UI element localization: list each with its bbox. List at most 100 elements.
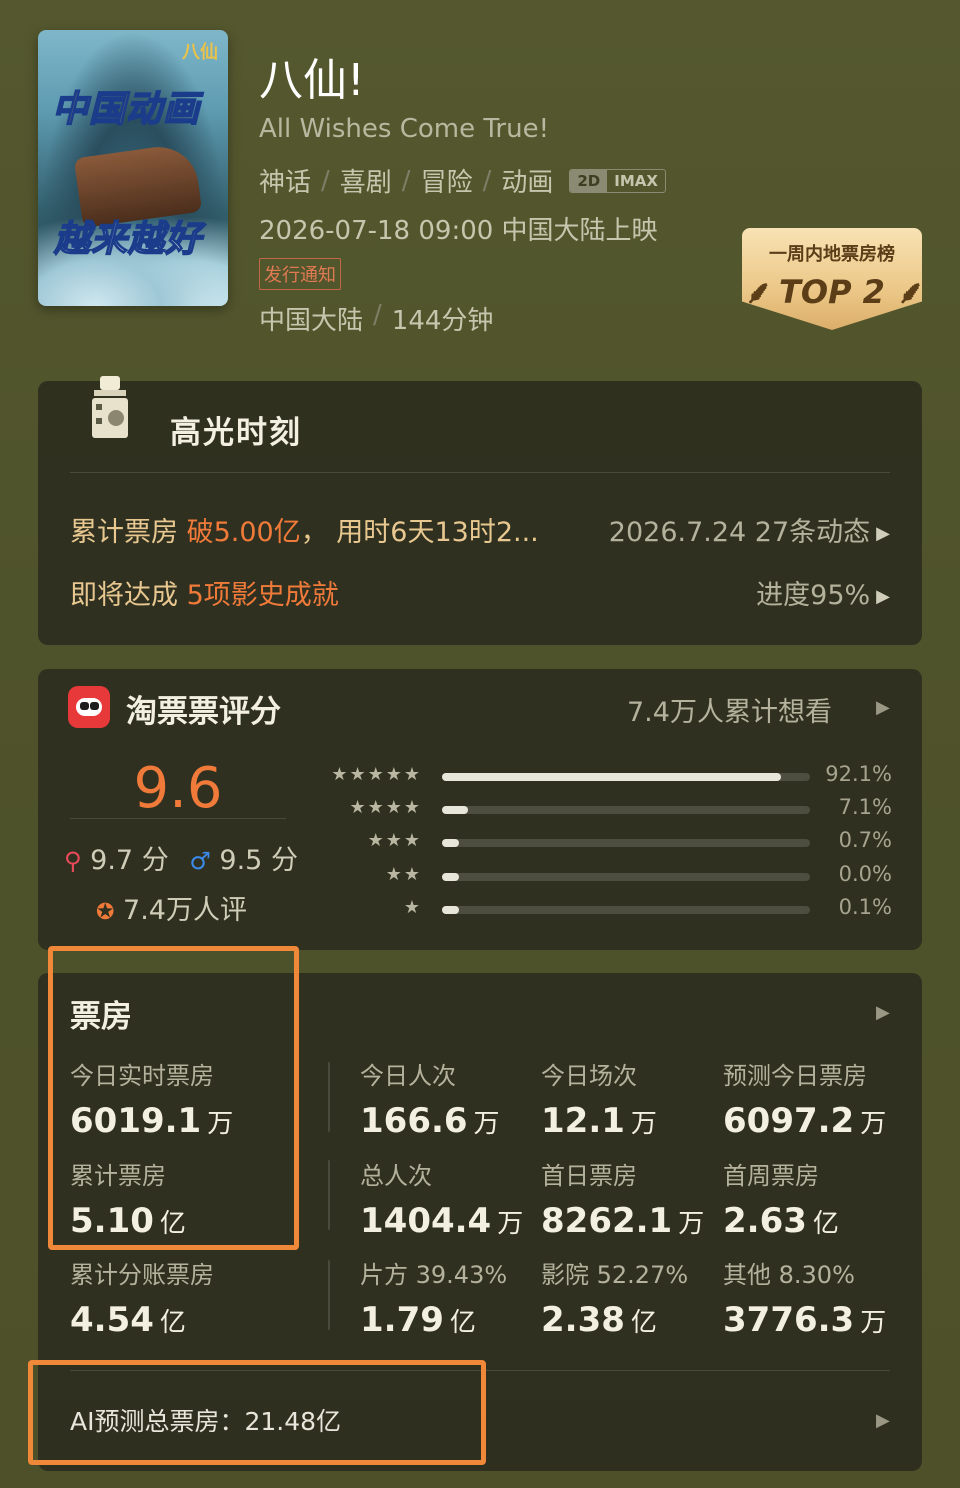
format-2d: 2D [570,169,608,192]
stat-today-admissions: 今日人次 166.6 万 [360,1056,500,1141]
separator: / [482,165,492,196]
divider [70,472,890,473]
divider [328,1160,330,1230]
stat-number: 166.6 [360,1101,468,1141]
format-imax: IMAX [614,171,658,190]
stat-label: 其他 8.30% [723,1261,855,1289]
stat-label: 总人次 [360,1162,432,1190]
percent-label: 92.1% [825,762,892,786]
release-date: 2026-07-18 09:00 中国大陆上映 [259,216,658,246]
poster-slogan-line1: 中国动画 [51,88,201,131]
stat-today-screenings: 今日场次 12.1 万 [541,1056,657,1141]
score-unit: 分 [270,845,298,876]
poster-slogan-line2: 越来越好 [53,218,203,261]
stat-value: 1.79 亿 [360,1300,507,1340]
star-level: ★★ [385,864,422,885]
progress-fill [442,839,459,847]
rating-dist-row: ★★ 0.0% [300,862,892,890]
stat-value: 2.38 亿 [541,1300,688,1340]
weekly-rank-badge[interactable]: 一周内地票房榜 ⸙ TOP 2 ⸙ [742,228,922,330]
stat-unit: 亿 [159,1308,186,1338]
milestone-updates-link[interactable]: 2026.7.24 27条动态 ▶ [609,510,890,549]
stat-label: 首日票房 [541,1162,637,1190]
rank-value: ⸙ TOP 2 ⸙ [742,270,922,313]
rating-title: 淘票票评分 [126,694,281,730]
achievement-progress-link[interactable]: 进度95% ▶ [756,573,890,612]
progress-text: 进度95% [756,580,871,611]
achievement-count: 5项影史成就 [186,580,339,611]
stat-unit: 亿 [449,1308,476,1338]
stat-value: 2.63 亿 [723,1201,839,1241]
separator: / [401,165,411,196]
rating-dist-row: ★★★★ 7.1% [300,795,892,823]
chevron-right-icon[interactable]: ▶ [876,697,890,718]
review-count: ✪ 7.4万人评 [96,888,247,927]
separator: / [373,300,382,330]
laurel-left-icon: ⸙ [743,273,768,311]
stat-label: 今日人次 [360,1062,456,1090]
milestone-value: 破5.00亿 [186,517,301,548]
updates-count: 2026.7.24 27条动态 [608,517,871,548]
rating-dist-row: ★★★ 0.7% [300,828,892,856]
rank-top-text: TOP 2 [779,273,885,311]
female-score: 9.7 [90,845,134,876]
stat-value: 3776.3 万 [723,1300,886,1340]
percent-label: 0.1% [838,895,892,919]
upcoming-achievements[interactable]: 即将达成 5项影史成就 [70,573,339,612]
progress-fill [442,873,459,881]
stat-unit: 亿 [630,1308,657,1338]
release-notice-tag[interactable]: 发行通知 [259,258,341,290]
star-level: ★★★★ [349,797,422,818]
progress-track [442,806,810,814]
stat-producer-share: 片方 39.43% 1.79 亿 [360,1255,507,1340]
rating-dist-row: ★★★★★ 92.1% [300,762,892,790]
progress-track [442,773,810,781]
genre-tag: 动画 [501,168,554,198]
region: 中国大陆 [259,306,364,336]
male-score: 9.5 [219,845,263,876]
rank-label: 一周内地票房榜 [769,244,895,265]
review-count-text: 7.4万人评 [123,895,247,926]
highlights-title: 高光时刻 [170,415,302,451]
score-unit: 分 [141,845,169,876]
chevron-right-icon[interactable]: ▶ [876,1410,890,1431]
stat-label: 影院 52.27% [541,1261,689,1289]
stat-number: 3776.3 [723,1300,855,1340]
stat-label: 片方 39.43% [360,1261,508,1289]
stat-unit: 万 [860,1308,887,1338]
logo-glass-right [90,702,99,710]
percent-label: 7.1% [838,795,892,819]
boxoffice-milestone[interactable]: 累计票房 破5.00亿， 用时6天13时2... [70,510,539,549]
stat-value: 12.1 万 [541,1101,657,1141]
stat-number: 1.79 [360,1300,444,1340]
achievement-prefix: 即将达成 [70,580,187,611]
stat-split-boxoffice: 累计分账票房 4.54 亿 [70,1255,214,1340]
stat-value: 8262.1 万 [541,1201,704,1241]
stat-value: 166.6 万 [360,1101,500,1141]
stat-label: 今日场次 [541,1062,637,1090]
genre-tag: 神话 [259,168,312,198]
divider [70,818,286,819]
separator: / [321,165,330,196]
rating-dist-row: ★ 0.1% [300,895,892,923]
want-to-see-count[interactable]: 7.4万人累计想看 [627,690,832,729]
chevron-right-icon[interactable]: ▶ [876,1002,890,1023]
divider [328,1062,330,1132]
stat-unit: 万 [497,1209,524,1239]
stat-first-day: 首日票房 8262.1 万 [541,1156,704,1241]
percent-label: 0.0% [838,862,892,886]
chevron-right-icon: ▶ [876,523,890,544]
format-badge: 2D IMAX [569,168,666,193]
chevron-right-icon: ▶ [876,586,890,607]
stat-value: 6097.2 万 [723,1101,886,1141]
stat-number: 12.1 [541,1101,625,1141]
film-tower-icon [92,376,128,438]
stat-unit: 万 [630,1109,657,1139]
progress-fill [442,806,469,814]
star-level: ★★★★★ [331,764,422,785]
movie-english-title: All Wishes Come True! [259,114,549,144]
movie-meta: 中国大陆 / 144分钟 [259,300,493,337]
movie-poster[interactable]: 八仙 中国动画 越来越好 [38,30,228,306]
stat-first-week: 首周票房 2.63 亿 [723,1156,839,1241]
progress-track [442,873,810,881]
